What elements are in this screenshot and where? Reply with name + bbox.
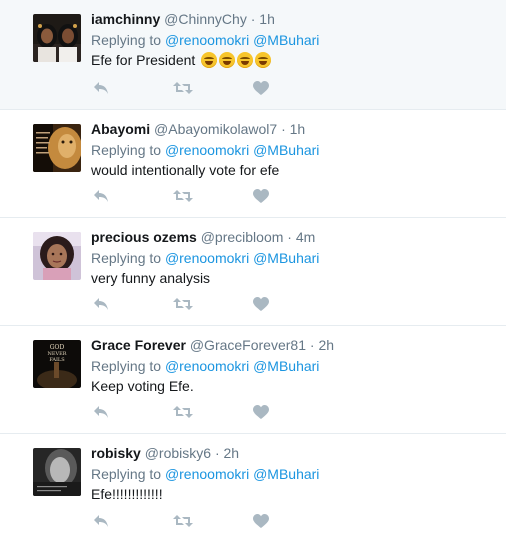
separator-dot: · bbox=[281, 121, 286, 137]
replying-to-label: Replying to bbox=[91, 32, 162, 48]
tweet[interactable]: GOD NEVER FAILS Grace Forever @GraceFore… bbox=[0, 326, 506, 434]
tweet-body: Efe for President bbox=[91, 52, 196, 68]
avatar[interactable] bbox=[33, 124, 81, 172]
laughing-emoji-icon bbox=[237, 52, 254, 68]
retweet-icon[interactable] bbox=[173, 512, 193, 530]
mention-link[interactable]: @renoomokri bbox=[165, 250, 249, 266]
reply-feed: iamchinny @ChinnyChy · 1h Replying to @r… bbox=[0, 0, 506, 542]
timestamp[interactable]: 1h bbox=[259, 11, 275, 27]
separator-dot: · bbox=[309, 337, 315, 353]
tweet[interactable]: precious ozems @precibloom · 4m Replying… bbox=[0, 218, 506, 326]
avatar-caption: FAILS bbox=[49, 357, 65, 363]
mention-link[interactable]: @renoomokri bbox=[165, 142, 249, 158]
separator-dot: · bbox=[250, 11, 256, 27]
replying-to: Replying to @renoomokri @MBuhari bbox=[91, 248, 496, 268]
replying-to: Replying to @renoomokri @MBuhari bbox=[91, 356, 496, 376]
mention-link[interactable]: @MBuhari bbox=[253, 466, 319, 482]
timestamp[interactable]: 1h bbox=[290, 121, 306, 137]
timestamp[interactable]: 2h bbox=[318, 337, 334, 353]
display-name[interactable]: robisky bbox=[91, 445, 141, 461]
timestamp[interactable]: 4m bbox=[296, 229, 315, 245]
retweet-icon[interactable] bbox=[173, 403, 193, 421]
mention-link[interactable]: @MBuhari bbox=[253, 142, 319, 158]
mention-link[interactable]: @renoomokri bbox=[165, 358, 249, 374]
tweet-header: robisky @robisky6 · 2h bbox=[91, 444, 496, 463]
reply-icon[interactable] bbox=[91, 512, 111, 530]
avatar[interactable] bbox=[33, 14, 81, 62]
display-name[interactable]: Abayomi bbox=[91, 121, 150, 137]
tweet[interactable]: Abayomi @Abayomikolawol7 · 1h Replying t… bbox=[0, 110, 506, 218]
tweet-text: Efe!!!!!!!!!!!!! bbox=[91, 486, 163, 502]
tweet[interactable]: robisky @robisky6 · 2h Replying to @reno… bbox=[0, 434, 506, 542]
user-handle[interactable]: @robisky6 bbox=[145, 445, 211, 461]
tweet[interactable]: iamchinny @ChinnyChy · 1h Replying to @r… bbox=[0, 0, 506, 110]
mention-link[interactable]: @MBuhari bbox=[253, 358, 319, 374]
mention-link[interactable]: @renoomokri bbox=[165, 466, 249, 482]
heart-icon[interactable] bbox=[251, 403, 271, 421]
tweet-text: Efe for President bbox=[91, 50, 496, 70]
replying-to-label: Replying to bbox=[91, 358, 162, 374]
heart-icon[interactable] bbox=[251, 79, 271, 97]
laughing-emoji-icon bbox=[219, 52, 236, 68]
replying-to-label: Replying to bbox=[91, 250, 162, 266]
replying-to: Replying to @renoomokri @MBuhari bbox=[91, 464, 496, 484]
tweet-header: Grace Forever @GraceForever81 · 2h bbox=[91, 336, 496, 355]
avatar[interactable] bbox=[33, 232, 81, 280]
heart-icon[interactable] bbox=[251, 512, 271, 530]
laughing-emoji-icon bbox=[201, 52, 218, 68]
user-handle[interactable]: @Abayomikolawol7 bbox=[154, 121, 277, 137]
tweet-header: iamchinny @ChinnyChy · 1h bbox=[91, 10, 496, 29]
heart-icon[interactable] bbox=[251, 295, 271, 313]
timestamp[interactable]: 2h bbox=[224, 445, 240, 461]
tweet-header: precious ozems @precibloom · 4m bbox=[91, 228, 496, 247]
retweet-icon[interactable] bbox=[173, 79, 193, 97]
separator-dot: · bbox=[287, 229, 292, 245]
retweet-icon[interactable] bbox=[173, 187, 193, 205]
avatar[interactable] bbox=[33, 448, 81, 496]
avatar-caption: GOD bbox=[50, 344, 65, 351]
tweet-text: Keep voting Efe. bbox=[91, 378, 194, 394]
display-name[interactable]: iamchinny bbox=[91, 11, 160, 27]
user-handle[interactable]: @ChinnyChy bbox=[164, 11, 247, 27]
user-handle[interactable]: @GraceForever81 bbox=[190, 337, 306, 353]
replying-to-label: Replying to bbox=[91, 466, 162, 482]
retweet-icon[interactable] bbox=[173, 295, 193, 313]
laughing-emoji-icon bbox=[255, 52, 272, 68]
reply-icon[interactable] bbox=[91, 79, 111, 97]
replying-to: Replying to @renoomokri @MBuhari bbox=[91, 140, 496, 160]
tweet-text: would intentionally vote for efe bbox=[91, 162, 280, 178]
replying-to: Replying to @renoomokri @MBuhari bbox=[91, 30, 496, 50]
reply-icon[interactable] bbox=[91, 403, 111, 421]
tweet-header: Abayomi @Abayomikolawol7 · 1h bbox=[91, 120, 496, 139]
mention-link[interactable]: @MBuhari bbox=[253, 250, 319, 266]
avatar[interactable]: GOD NEVER FAILS bbox=[33, 340, 81, 388]
heart-icon[interactable] bbox=[251, 187, 271, 205]
display-name[interactable]: precious ozems bbox=[91, 229, 197, 245]
display-name[interactable]: Grace Forever bbox=[91, 337, 186, 353]
reply-icon[interactable] bbox=[91, 295, 111, 313]
separator-dot: · bbox=[214, 445, 220, 461]
mention-link[interactable]: @MBuhari bbox=[253, 32, 319, 48]
user-handle[interactable]: @precibloom bbox=[201, 229, 284, 245]
mention-link[interactable]: @renoomokri bbox=[165, 32, 249, 48]
tweet-text: very funny analysis bbox=[91, 270, 211, 286]
reply-icon[interactable] bbox=[91, 187, 111, 205]
replying-to-label: Replying to bbox=[91, 142, 162, 158]
